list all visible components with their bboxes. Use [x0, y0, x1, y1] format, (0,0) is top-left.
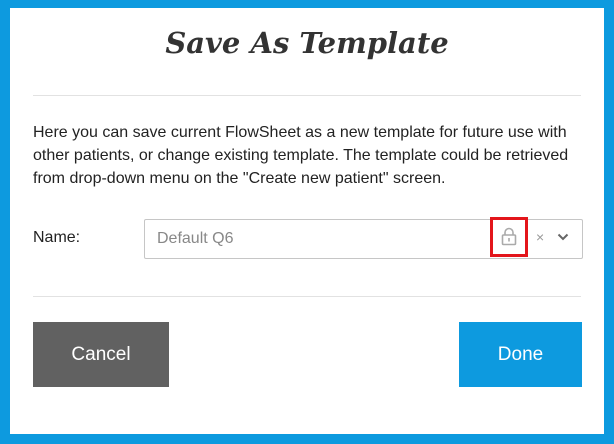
name-label: Name: [33, 229, 81, 246]
done-button[interactable]: Done [459, 322, 582, 387]
dialog-title: Save As Template [165, 26, 449, 60]
bottom-divider [33, 296, 581, 297]
lock-highlight-box [490, 217, 528, 257]
lock-icon [501, 227, 517, 246]
name-select-value: Default Q6 [157, 230, 234, 247]
clear-icon[interactable]: × [536, 229, 544, 245]
cancel-button[interactable]: Cancel [33, 322, 169, 387]
chevron-down-icon[interactable] [557, 232, 569, 242]
name-select[interactable]: Default Q6 × [144, 217, 583, 259]
top-divider [33, 95, 581, 96]
dialog-description: Here you can save current FlowSheet as a… [33, 124, 569, 187]
